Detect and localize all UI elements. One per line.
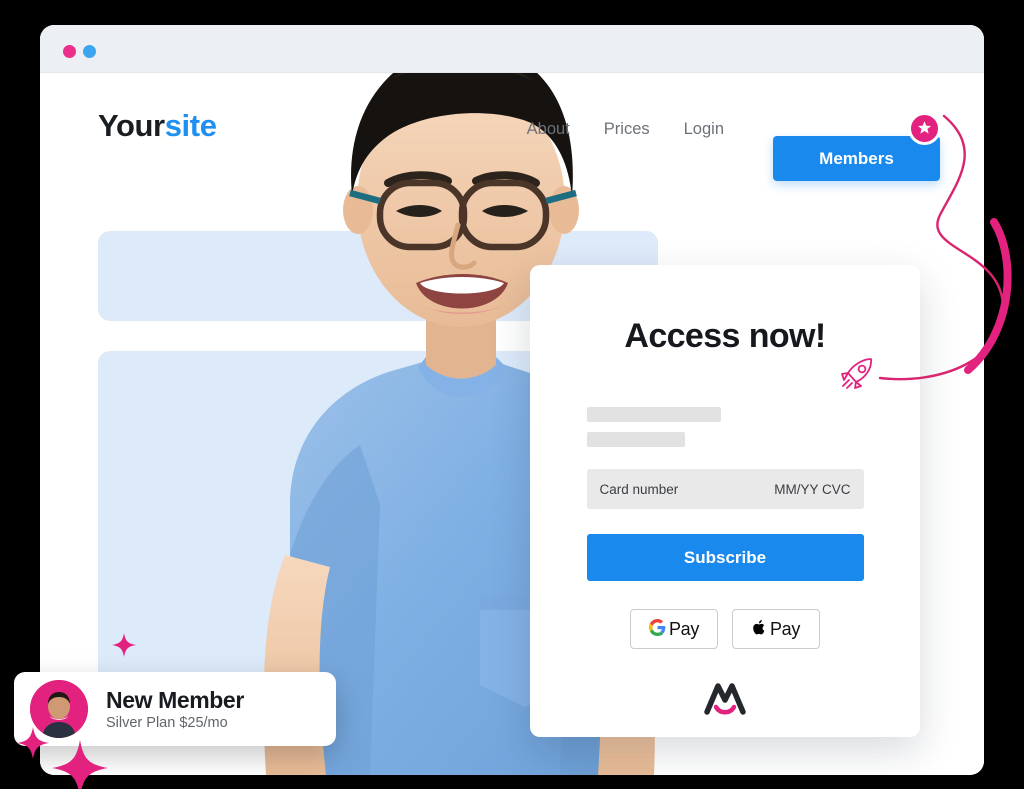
modal-heading: Access now! [624, 317, 826, 355]
site-header: Yoursite About Prices Login Members [40, 73, 984, 183]
sparkle-icon [17, 727, 49, 759]
nav-link-prices[interactable]: Prices [604, 120, 650, 139]
card-expiry-cvc-label: MM/YY CVC [774, 481, 851, 497]
screenshot-root: Yoursite About Prices Login Members Acce… [0, 0, 1024, 789]
new-member-toast: New Member Silver Plan $25/mo [14, 672, 336, 746]
subscribe-button[interactable]: Subscribe [586, 534, 864, 581]
browser-window: Yoursite About Prices Login Members Acce… [40, 25, 984, 775]
window-dot-blue[interactable] [83, 45, 96, 58]
primary-nav: About Prices Login [527, 120, 724, 139]
members-button[interactable]: Members [773, 136, 940, 181]
form-placeholder-bar [587, 432, 685, 447]
member-title: New Member [106, 687, 244, 713]
checkout-modal: Access now! Card number MM/YY CVC Subscr… [530, 265, 920, 737]
form-placeholder-bar [587, 407, 721, 422]
google-g-icon [648, 619, 666, 639]
card-number-label: Card number [599, 481, 679, 497]
google-pay-label: Pay [668, 618, 700, 639]
logo-text-accent: site [164, 108, 217, 143]
nav-link-login[interactable]: Login [684, 120, 724, 139]
browser-viewport: Yoursite About Prices Login Members Acce… [40, 73, 984, 775]
apple-pay-button[interactable]: Pay [732, 609, 820, 649]
sparkle-icon [112, 633, 136, 657]
apple-icon [752, 619, 767, 639]
star-icon [908, 112, 941, 145]
browser-chrome [40, 25, 984, 73]
site-logo[interactable]: Yoursite [98, 108, 217, 144]
window-dot-pink[interactable] [63, 45, 76, 58]
apple-pay-label: Pay [769, 618, 801, 639]
card-number-input[interactable]: Card number MM/YY CVC [586, 469, 864, 509]
logo-text-primary: Your [98, 108, 165, 143]
sparkle-icon [52, 740, 108, 789]
google-pay-button[interactable]: Pay [630, 609, 718, 649]
member-text-group: New Member Silver Plan $25/mo [106, 687, 244, 731]
memberspace-m-logo [530, 678, 920, 720]
nav-link-about[interactable]: About [527, 120, 570, 139]
express-pay-row: Pay Pay [530, 609, 920, 649]
member-plan: Silver Plan $25/mo [106, 715, 228, 731]
rocket-icon [841, 358, 872, 389]
